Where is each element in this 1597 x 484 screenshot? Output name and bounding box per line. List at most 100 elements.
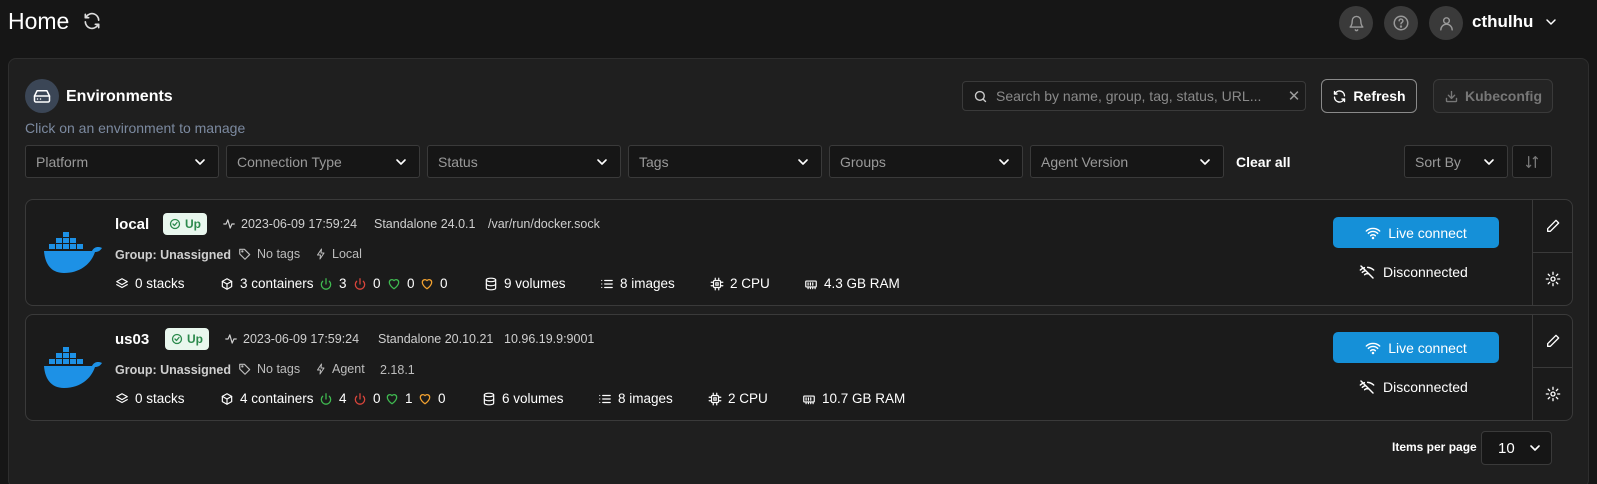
layers-icon xyxy=(116,392,128,403)
user-icon xyxy=(1439,16,1453,31)
filter-connection-type[interactable]: Connection Type xyxy=(226,145,420,178)
status-badge: Up xyxy=(165,328,209,350)
clear-search-icon[interactable]: ✕ xyxy=(1283,87,1305,105)
settings-button[interactable] xyxy=(1533,252,1572,304)
stacks-count: 0 stacks xyxy=(135,391,185,406)
tag-icon xyxy=(239,248,251,260)
environment-type: Standalone 20.10.21 xyxy=(378,332,494,346)
user-name[interactable]: cthulhu xyxy=(1472,12,1533,32)
settings-button[interactable] xyxy=(1533,367,1572,419)
filter-tags[interactable]: Tags xyxy=(628,145,822,178)
refresh-button[interactable]: Refresh xyxy=(1321,79,1417,113)
panel-subtitle: Click on an environment to manage xyxy=(25,120,246,136)
stopped-stat: 0 xyxy=(353,391,381,406)
sort-arrows-icon xyxy=(1526,155,1538,168)
wifi-off-icon xyxy=(1359,265,1375,279)
sort-by-select[interactable]: Sort By xyxy=(1404,145,1508,178)
database-icon xyxy=(485,277,497,290)
chevron-down-icon xyxy=(798,158,808,165)
top-bar: Home cthulhu xyxy=(0,0,1597,50)
disconnected-status: Disconnected xyxy=(1359,379,1468,395)
edit-button[interactable] xyxy=(1533,315,1572,367)
filter-status[interactable]: Status xyxy=(427,145,621,178)
filter-label: Groups xyxy=(840,153,886,170)
kubeconfig-button[interactable]: Kubeconfig xyxy=(1433,79,1553,113)
containers-count: 4 containers xyxy=(240,391,314,406)
panel-title: Environments xyxy=(66,88,173,105)
containers-count: 3 containers xyxy=(240,276,314,291)
pencil-icon xyxy=(1546,334,1559,347)
download-icon xyxy=(1445,90,1458,102)
kubeconfig-label: Kubeconfig xyxy=(1465,88,1542,104)
unhealthy-count: 0 xyxy=(440,276,448,291)
volumes-count: 9 volumes xyxy=(504,276,566,291)
environment-url: 10.96.19.9:9001 xyxy=(504,332,595,346)
status-badge: Up xyxy=(163,213,207,235)
volumes-stat: 6 volumes xyxy=(482,391,564,406)
live-connect-button[interactable]: Live connect xyxy=(1333,217,1499,248)
chevron-down-icon xyxy=(396,158,406,165)
user-avatar[interactable] xyxy=(1429,6,1463,40)
healthy-stat: 0 xyxy=(387,276,415,291)
environment-card-us03[interactable]: us03 Up 2023-06-09 17:59:24 Standalone 2… xyxy=(25,314,1573,421)
items-per-page-select[interactable]: 10 xyxy=(1481,431,1552,465)
box-icon xyxy=(221,277,233,290)
box-icon xyxy=(221,392,233,405)
live-connect-button[interactable]: Live connect xyxy=(1333,332,1499,363)
status-label: Up xyxy=(185,217,201,231)
chevron-down-icon xyxy=(999,158,1009,165)
environments-icon-wrap xyxy=(25,79,59,113)
search-box[interactable]: ✕ xyxy=(962,81,1306,111)
stacks-count: 0 stacks xyxy=(135,276,185,291)
heart-crack-icon xyxy=(419,393,431,404)
notifications-button[interactable] xyxy=(1339,6,1373,40)
heart-icon xyxy=(386,393,398,404)
stopped-count: 0 xyxy=(373,391,381,406)
sort-order-button[interactable] xyxy=(1512,145,1552,178)
refresh-icon[interactable] xyxy=(82,11,102,31)
environment-group: Group: Unassigned xyxy=(115,363,231,377)
unhealthy-count: 0 xyxy=(438,391,446,406)
sort-by-label: Sort By xyxy=(1415,153,1461,170)
edit-button[interactable] xyxy=(1533,200,1572,252)
environment-card-local[interactable]: local Up 2023-06-09 17:59:24 Standalone … xyxy=(25,199,1573,306)
connection-type: Local xyxy=(315,247,362,261)
bell-icon xyxy=(1348,15,1364,31)
cpu-icon xyxy=(710,277,724,290)
connection-type: Agent xyxy=(315,362,365,376)
memory-icon xyxy=(805,280,817,289)
heartbeat-meta: 2023-06-09 17:59:24 xyxy=(224,332,359,346)
gear-icon xyxy=(1545,386,1560,401)
chevron-down-icon xyxy=(1484,158,1494,165)
filter-platform[interactable]: Platform xyxy=(25,145,219,178)
wifi-off-icon xyxy=(1359,380,1375,394)
memory-icon xyxy=(803,395,815,404)
agent-version: 2.18.1 xyxy=(380,363,415,377)
search-input[interactable] xyxy=(988,88,1283,104)
filter-agent-version[interactable]: Agent Version xyxy=(1030,145,1224,178)
chevron-down-icon xyxy=(1530,445,1540,451)
tags-label: No tags xyxy=(257,362,301,376)
gear-icon xyxy=(1545,271,1560,286)
docker-icon xyxy=(44,347,102,388)
filter-label: Platform xyxy=(36,153,89,170)
tag-icon xyxy=(239,363,251,375)
environment-tags: No tags xyxy=(238,362,300,376)
cpu-stat: 2 CPU xyxy=(708,391,768,406)
activity-icon xyxy=(223,219,235,229)
heart-icon xyxy=(388,278,400,289)
stacks-stat: 0 stacks xyxy=(115,276,185,291)
chevron-down-icon xyxy=(195,158,205,165)
environments-panel: Environments Click on an environment to … xyxy=(8,58,1589,484)
filter-groups[interactable]: Groups xyxy=(829,145,1023,178)
clear-all-button[interactable]: Clear all xyxy=(1236,154,1290,170)
volumes-stat: 9 volumes xyxy=(484,276,566,291)
help-button[interactable] xyxy=(1384,6,1418,40)
chevron-down-icon[interactable] xyxy=(1543,14,1559,30)
status-label: Up xyxy=(187,332,203,346)
chevron-down-icon xyxy=(597,158,607,165)
docker-icon xyxy=(44,232,102,273)
hard-drive-icon xyxy=(33,90,51,103)
plug-icon xyxy=(317,248,325,260)
healthy-count: 0 xyxy=(407,276,415,291)
